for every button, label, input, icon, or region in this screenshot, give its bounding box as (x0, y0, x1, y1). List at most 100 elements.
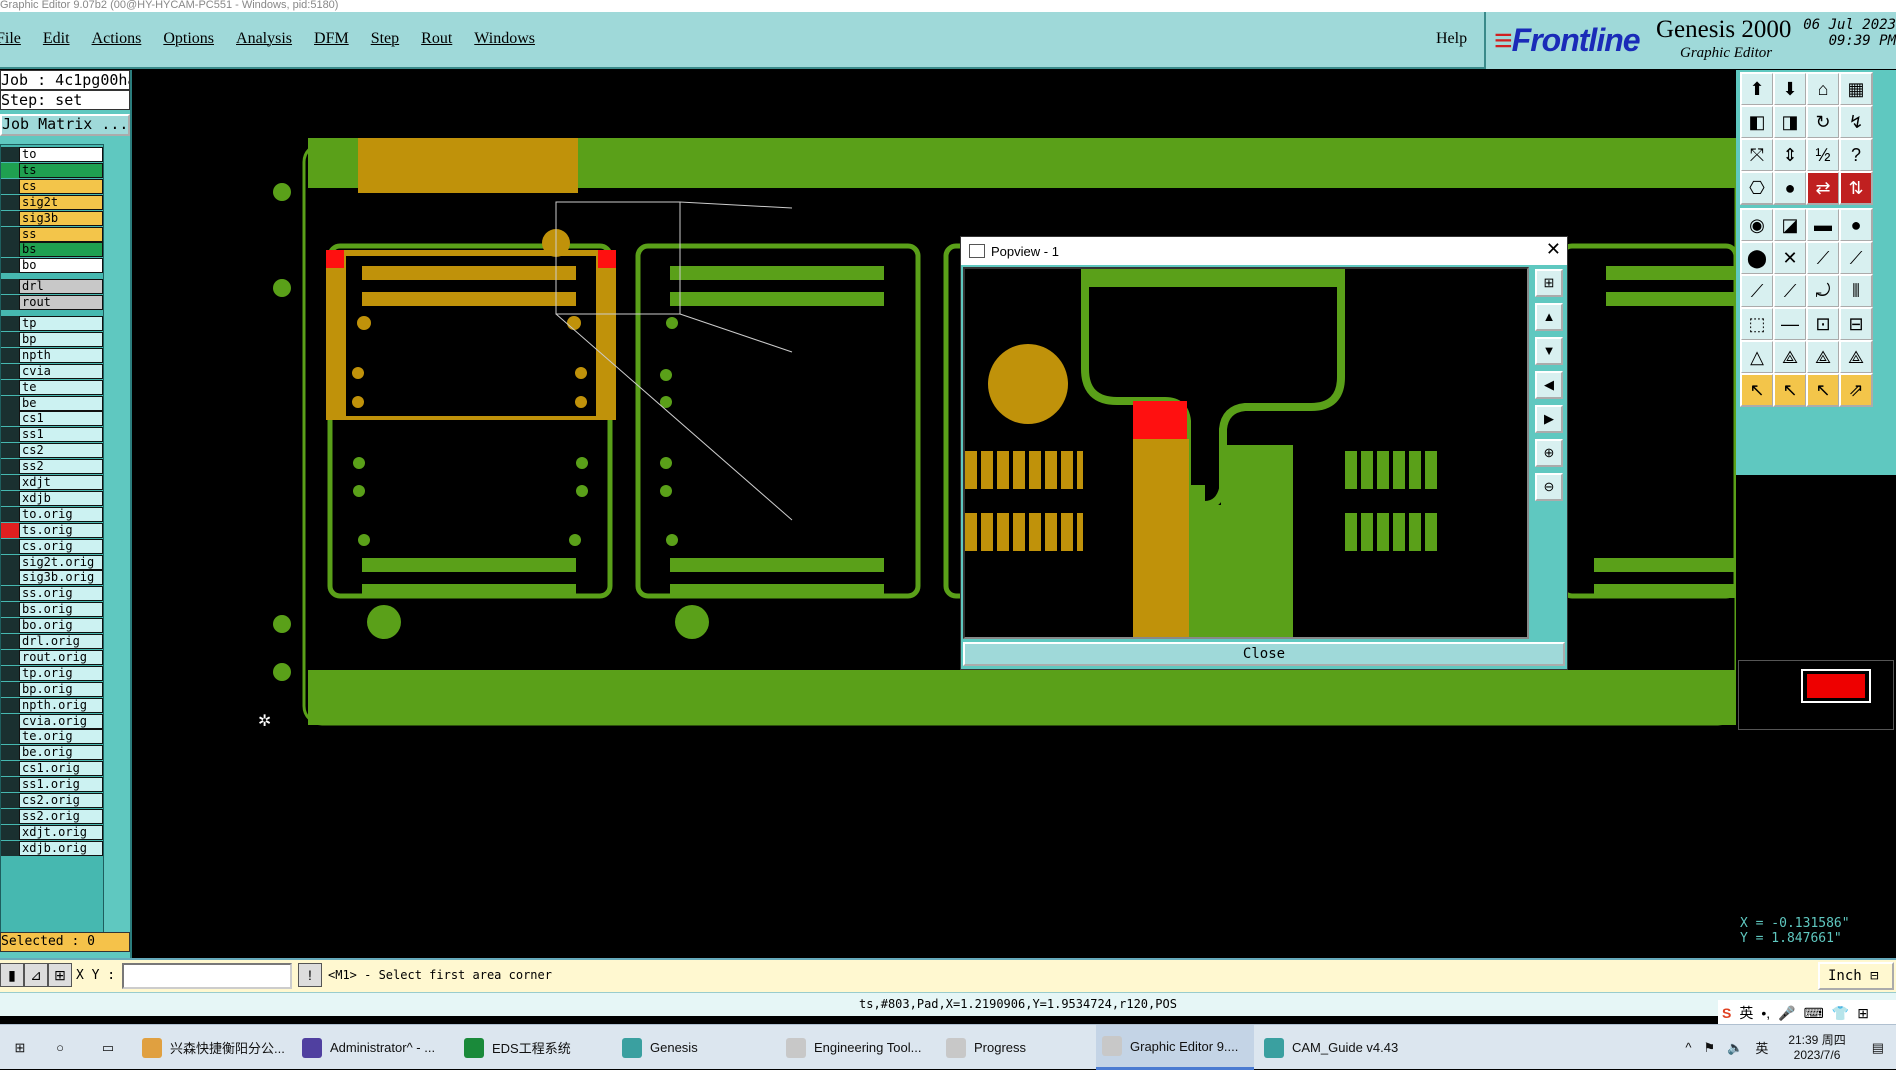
units-select[interactable]: Inch ⊟ (1818, 962, 1894, 990)
layer-row[interactable]: sig3b (1, 210, 103, 226)
clock[interactable]: 21:39 周四 2023/7/6 (1788, 1033, 1845, 1063)
layer-row[interactable]: cvia (1, 363, 103, 379)
layer-status-swatch[interactable] (1, 793, 19, 808)
layer-row[interactable]: te (1, 379, 103, 395)
triangle-icon[interactable]: △ (1740, 340, 1774, 374)
layer-row[interactable]: ts.orig (1, 522, 103, 538)
layer-name[interactable]: bs (19, 242, 103, 258)
layer-row[interactable]: drl (1, 279, 103, 295)
layer-row[interactable]: ss2.orig (1, 808, 103, 824)
layer-row[interactable]: bp (1, 331, 103, 347)
layer-row[interactable]: ss2 (1, 459, 103, 475)
layer-name[interactable]: rout.orig (19, 649, 103, 665)
layer-name[interactable]: ts (19, 162, 103, 178)
layer-row[interactable]: sig2t.orig (1, 554, 103, 570)
popview-zoom-home-icon[interactable]: ⊞ (1535, 269, 1563, 297)
layer-status-swatch[interactable] (1, 824, 19, 840)
popview-pan-right-icon[interactable]: ▶ (1535, 405, 1563, 433)
popview-zoom-in-icon[interactable]: ⊕ (1535, 439, 1563, 467)
swap-icon[interactable]: ⇄ (1806, 171, 1840, 205)
layer-name[interactable]: ss2.orig (19, 808, 103, 824)
explorer-icon[interactable]: ▭ (88, 1025, 128, 1070)
layer-status-swatch[interactable] (1, 443, 19, 459)
layer-name[interactable]: npth.orig (19, 697, 103, 713)
fit-vertical-icon[interactable]: ⇕ (1773, 138, 1807, 172)
layer-row[interactable]: rout.orig (1, 649, 103, 665)
menu-edit[interactable]: Edit (43, 30, 70, 48)
filter-icon[interactable]: ⎔ (1740, 171, 1774, 205)
layer-name[interactable]: be (19, 395, 103, 411)
pointer-c-icon[interactable]: ↖ (1806, 373, 1840, 407)
layer-name[interactable]: cs (19, 178, 103, 194)
layer-row[interactable]: be (1, 395, 103, 411)
layer-name[interactable]: cs2.orig (19, 793, 103, 808)
layer-name[interactable]: ss (19, 226, 103, 242)
layer-name[interactable]: ss1.orig (19, 777, 103, 793)
scale-icon[interactable]: ½ (1806, 138, 1840, 172)
layer-row[interactable]: xdjb.orig (1, 840, 103, 856)
layer-name[interactable]: rout (19, 295, 103, 311)
start-icon[interactable]: ⊞ (0, 1025, 40, 1070)
triangle-b-icon[interactable]: ⟁ (1806, 340, 1840, 374)
layer-row[interactable]: npth.orig (1, 697, 103, 713)
taskbar-item[interactable]: EDS工程系统 (458, 1025, 612, 1070)
layer-name[interactable]: ts.orig (19, 522, 103, 538)
layer-status-swatch[interactable] (1, 777, 19, 793)
layer-status-swatch[interactable] (1, 745, 19, 761)
net-icon[interactable]: ⬚ (1740, 307, 1774, 341)
popview-pan-up-icon[interactable]: ▲ (1535, 303, 1563, 331)
triangle-a-icon[interactable]: ⟁ (1773, 340, 1807, 374)
popview-pan-left-icon[interactable]: ◀ (1535, 371, 1563, 399)
pan-left-icon[interactable]: ◧ (1740, 105, 1774, 139)
taskbar-item[interactable]: Genesis (616, 1025, 776, 1070)
layer-status-swatch[interactable] (1, 538, 19, 554)
menu-help[interactable]: Help (1436, 30, 1467, 48)
connect-icon[interactable]: ⬤ (1740, 241, 1774, 275)
layer-status-swatch[interactable] (1, 459, 19, 475)
close-icon[interactable]: ✕ (1546, 239, 1561, 260)
layer-row[interactable]: bs.orig (1, 602, 103, 618)
popview-zoom-out-icon[interactable]: ⊖ (1535, 473, 1563, 501)
layer-status-swatch[interactable] (1, 427, 19, 443)
taskbar-item[interactable]: Progress (940, 1025, 1090, 1070)
triangle-c-icon[interactable]: ⟁ (1839, 340, 1873, 374)
layer-status-swatch[interactable] (1, 226, 19, 242)
layer-status-swatch[interactable] (1, 570, 19, 586)
layer-name[interactable]: xdjb.orig (19, 840, 103, 856)
layer-row[interactable]: npth (1, 347, 103, 363)
layer-row[interactable]: bp.orig (1, 681, 103, 697)
layer-status-swatch[interactable] (1, 713, 19, 729)
layer-row[interactable]: bo.orig (1, 618, 103, 634)
layer-name[interactable]: xdjt.orig (19, 824, 103, 840)
layer-status-swatch[interactable] (1, 316, 19, 331)
layer-name[interactable]: drl.orig (19, 634, 103, 649)
polygon-icon[interactable]: ◪ (1773, 208, 1807, 242)
layer-name[interactable]: bo.orig (19, 618, 103, 634)
layer-row[interactable]: tp (1, 316, 103, 331)
layer-name[interactable]: tp.orig (19, 665, 103, 681)
popview-close-button[interactable]: Close (963, 642, 1565, 666)
layer-name[interactable]: cvia.orig (19, 713, 103, 729)
menu-actions[interactable]: Actions (92, 30, 142, 48)
layer-status-swatch[interactable] (1, 506, 19, 522)
layer-row[interactable]: cs1 (1, 411, 103, 427)
layer-row[interactable]: tp.orig (1, 665, 103, 681)
route-alt-icon[interactable]: ⟋ (1839, 241, 1873, 275)
select-box-icon[interactable]: ⊟ (1839, 307, 1873, 341)
layer-row[interactable]: be.orig (1, 745, 103, 761)
layer-name[interactable]: cvia (19, 363, 103, 379)
popview-titlebar[interactable]: Popview - 1 ✕ (961, 237, 1567, 265)
cut-icon[interactable]: ● (1773, 171, 1807, 205)
layer-row[interactable]: ss (1, 226, 103, 242)
layer-name[interactable]: cs1 (19, 411, 103, 427)
menu-windows[interactable]: Windows (474, 30, 535, 48)
layer-status-swatch[interactable] (1, 194, 19, 210)
taskbar-item[interactable]: 兴森快捷衡阳分公... (136, 1025, 292, 1070)
layer-row[interactable]: cvia.orig (1, 713, 103, 729)
draw-arc-icon[interactable]: ⟋ (1773, 274, 1807, 308)
layer-name[interactable]: sig2t.orig (19, 554, 103, 570)
draw-line-icon[interactable]: ⟋ (1740, 274, 1774, 308)
layer-name[interactable]: te (19, 379, 103, 395)
grid-icon[interactable]: ⊞ (48, 963, 72, 987)
window-split-icon[interactable]: ▦ (1839, 72, 1873, 106)
